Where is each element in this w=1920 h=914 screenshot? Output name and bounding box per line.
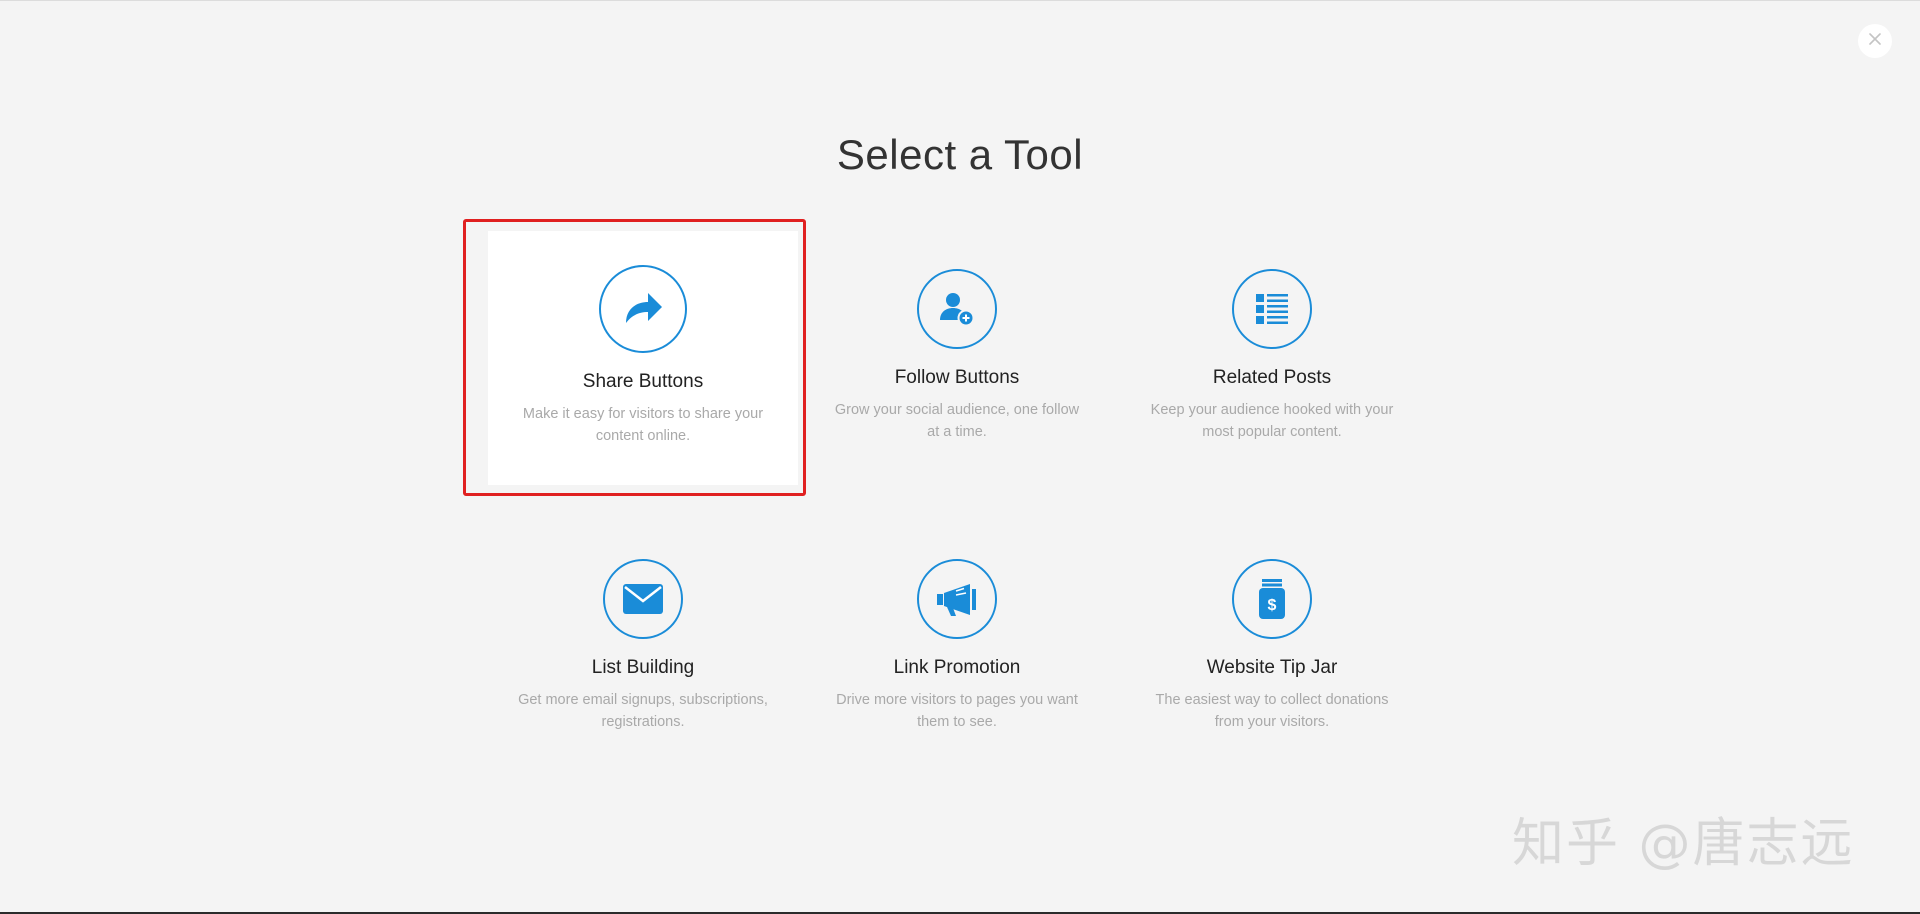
tool-website-tip-jar[interactable]: $ Website Tip Jar The easiest way to col… [1102,559,1442,733]
tool-name: List Building [591,657,695,678]
tool-follow-buttons[interactable]: Follow Buttons Grow your social audience… [787,269,1127,443]
tool-list-building[interactable]: List Building Get more email signups, su… [473,559,813,733]
tool-description: The easiest way to collect donations fro… [1155,692,1389,730]
tool-name: Link Promotion [893,657,1021,678]
tip-jar-icon: $ [1232,559,1312,639]
tool-link-promotion[interactable]: Link Promotion Drive more visitors to pa… [787,559,1127,733]
tool-name: Follow Buttons [894,367,1020,388]
tool-selection-modal: Select a Tool Share Buttons Make it easy… [0,0,1920,914]
page-title: Select a Tool [836,131,1084,178]
tool-description: Get more email signups, subscriptions, r… [518,692,768,730]
tool-name: Related Posts [1212,367,1332,388]
selection-highlight [463,219,806,496]
tool-description: Drive more visitors to pages you want th… [836,692,1078,730]
watermark: 知乎 @唐志远 [1512,814,1855,874]
tool-description: Keep your audience hooked with your most… [1150,402,1394,440]
envelope-icon [603,559,683,639]
tool-description: Grow your social audience, one follow at… [834,402,1080,440]
add-follower-icon [917,269,997,349]
megaphone-icon [917,559,997,639]
tool-related-posts[interactable]: Related Posts Keep your audience hooked … [1102,269,1442,443]
tool-name: Website Tip Jar [1206,657,1338,678]
close-button[interactable] [1858,24,1892,58]
svg-text:$: $ [1268,597,1277,614]
list-icon [1232,269,1312,349]
close-icon [1868,32,1882,51]
